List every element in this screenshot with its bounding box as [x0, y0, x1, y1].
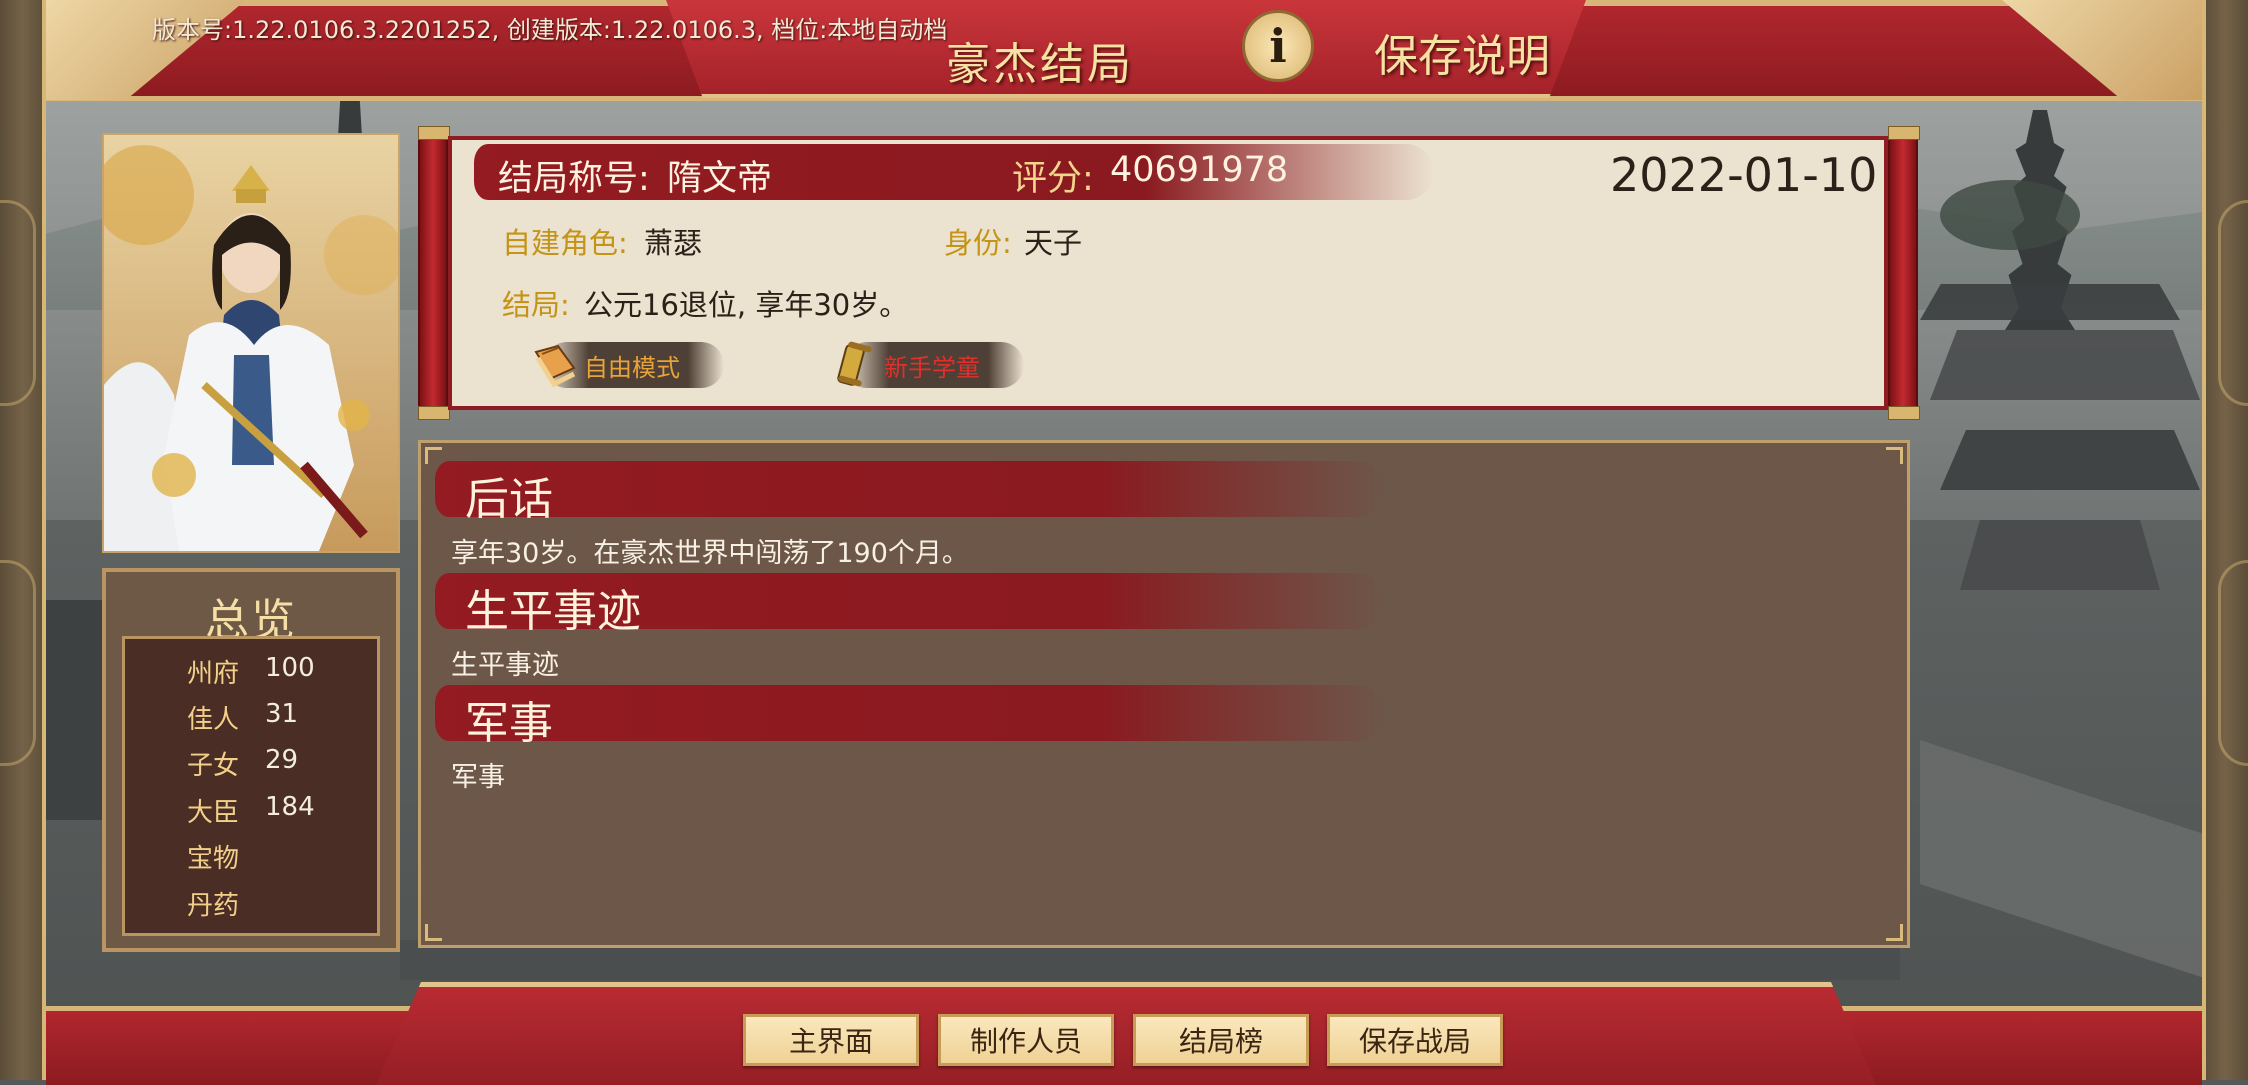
section-body-afterword: 享年30岁。在豪杰世界中闯荡了190个月。 [451, 538, 969, 569]
credits-button[interactable]: 制作人员 [938, 1014, 1114, 1066]
identity-value: 天子 [1024, 226, 1083, 260]
scroll-icon [837, 341, 872, 387]
summary-paper: 结局称号: 隋文帝 评分: 40691978 2022-01-10 自建角色: … [448, 136, 1888, 410]
tag-novice[interactable]: 新手学童 [828, 338, 1028, 392]
book-icon [534, 344, 576, 388]
section-title-military: 军事 [465, 698, 553, 749]
overview-item-label: 宝物 [187, 844, 240, 874]
ending-date: 2022-01-10 [1610, 148, 1878, 202]
save-game-button[interactable]: 保存战局 [1327, 1014, 1503, 1066]
section-title-afterword: 后话 [465, 474, 553, 525]
overview-item-value: 184 [265, 792, 315, 822]
section-brush-stroke [435, 685, 1385, 741]
save-info-button[interactable]: i 保存说明 [1222, 6, 1632, 92]
character-portrait [102, 133, 400, 553]
ending-value: 公元16退位, 享年30岁。 [584, 288, 909, 322]
page-title: 豪杰结局 [946, 39, 1134, 90]
overview-item-label: 州府 [187, 659, 240, 689]
tag-free-mode[interactable]: 自由模式 [528, 338, 728, 392]
section-title-life-events: 生平事迹 [465, 586, 641, 637]
overview-item-label: 丹药 [187, 891, 240, 921]
ending-title-label: 结局称号: [498, 159, 650, 199]
ending-details-panel: 后话 享年30岁。在豪杰世界中闯荡了190个月。 生平事迹 生平事迹 军事 军事 [418, 440, 1910, 948]
info-icon[interactable]: i [1242, 10, 1314, 82]
overview-item-value: 100 [265, 653, 315, 683]
overview-item-baowu: 宝物 [125, 838, 377, 878]
overview-item-dachen: 大臣 184 [125, 792, 377, 832]
ending-title-value: 隋文帝 [667, 159, 773, 199]
role-label: 自建角色: [502, 226, 628, 260]
scroll-roller-left [418, 126, 450, 420]
overview-item-value: 29 [265, 745, 299, 775]
ending-leaderboard-button[interactable]: 结局榜 [1133, 1014, 1309, 1066]
version-info: 版本号:1.22.0106.3.2201252, 创建版本:1.22.0106.… [152, 16, 948, 44]
overview-item-danyao: 丹药 [125, 885, 377, 925]
role-value: 萧瑟 [644, 226, 703, 260]
section-brush-stroke [435, 461, 1385, 517]
right-border [2202, 0, 2248, 1080]
scroll-roller-right [1888, 126, 1920, 420]
main-menu-button[interactable]: 主界面 [743, 1014, 919, 1066]
overview-panel: 总览 州府 100 佳人 31 子女 29 大臣 184 宝物 丹药 [102, 568, 400, 952]
identity-label: 身份: [944, 226, 1012, 260]
ending-label: 结局: [502, 288, 570, 322]
overview-item-label: 子女 [187, 751, 240, 781]
tag-label: 自由模式 [584, 354, 680, 382]
ending-summary-scroll: 结局称号: 隋文帝 评分: 40691978 2022-01-10 自建角色: … [418, 126, 1920, 420]
overview-item-value: 31 [265, 699, 299, 729]
overview-item-label: 佳人 [187, 705, 240, 735]
overview-item-zinv: 子女 29 [125, 745, 377, 785]
left-border [0, 0, 46, 1080]
section-body-military: 军事 [451, 762, 505, 793]
section-body-life-events: 生平事迹 [451, 650, 559, 681]
bottom-bar [46, 982, 2202, 1085]
overview-item-jiaren: 佳人 31 [125, 699, 377, 739]
tag-label: 新手学童 [884, 354, 980, 382]
overview-item-zhoufu: 州府 100 [125, 653, 377, 693]
overview-list: 州府 100 佳人 31 子女 29 大臣 184 宝物 丹药 [122, 636, 380, 936]
score-label: 评分: [1012, 159, 1094, 199]
score-value: 40691978 [1110, 150, 1289, 190]
save-info-label: 保存说明 [1374, 31, 1550, 82]
overview-item-label: 大臣 [187, 798, 240, 828]
